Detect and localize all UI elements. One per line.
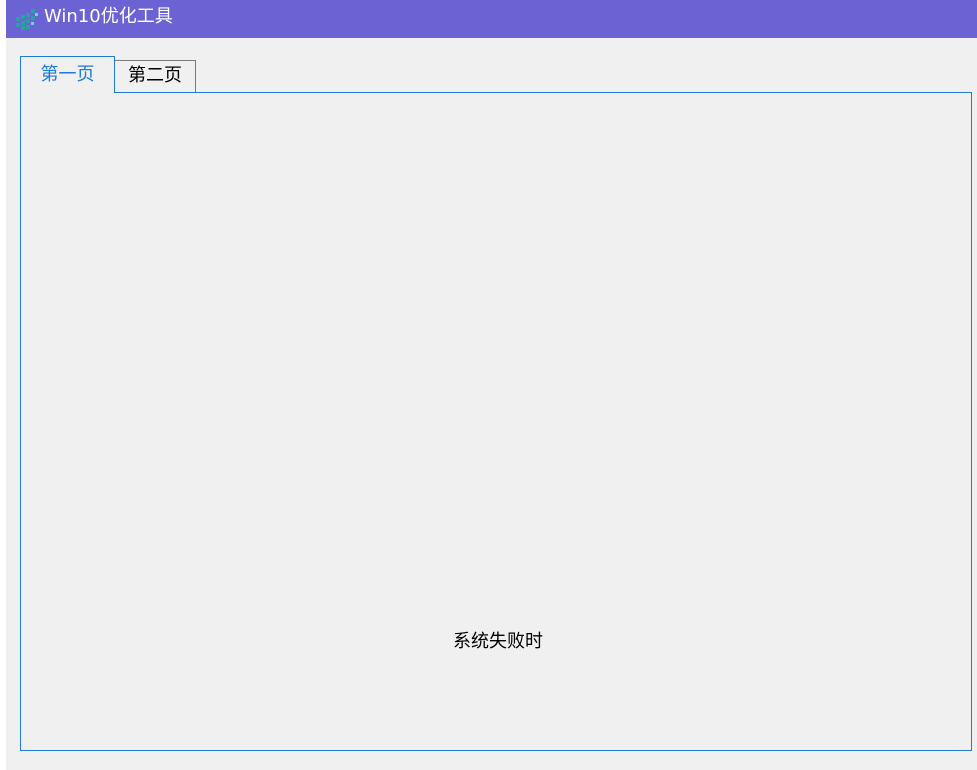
app-grid-icon xyxy=(16,9,38,30)
title-bar: Win10优化工具 xyxy=(6,0,977,39)
failure-group-title: 系统失败时 xyxy=(449,630,547,654)
tab-page-2[interactable]: 第二页 xyxy=(114,60,196,92)
window-title: Win10优化工具 xyxy=(44,6,173,27)
tab-page-1[interactable]: 第一页 xyxy=(20,56,115,93)
